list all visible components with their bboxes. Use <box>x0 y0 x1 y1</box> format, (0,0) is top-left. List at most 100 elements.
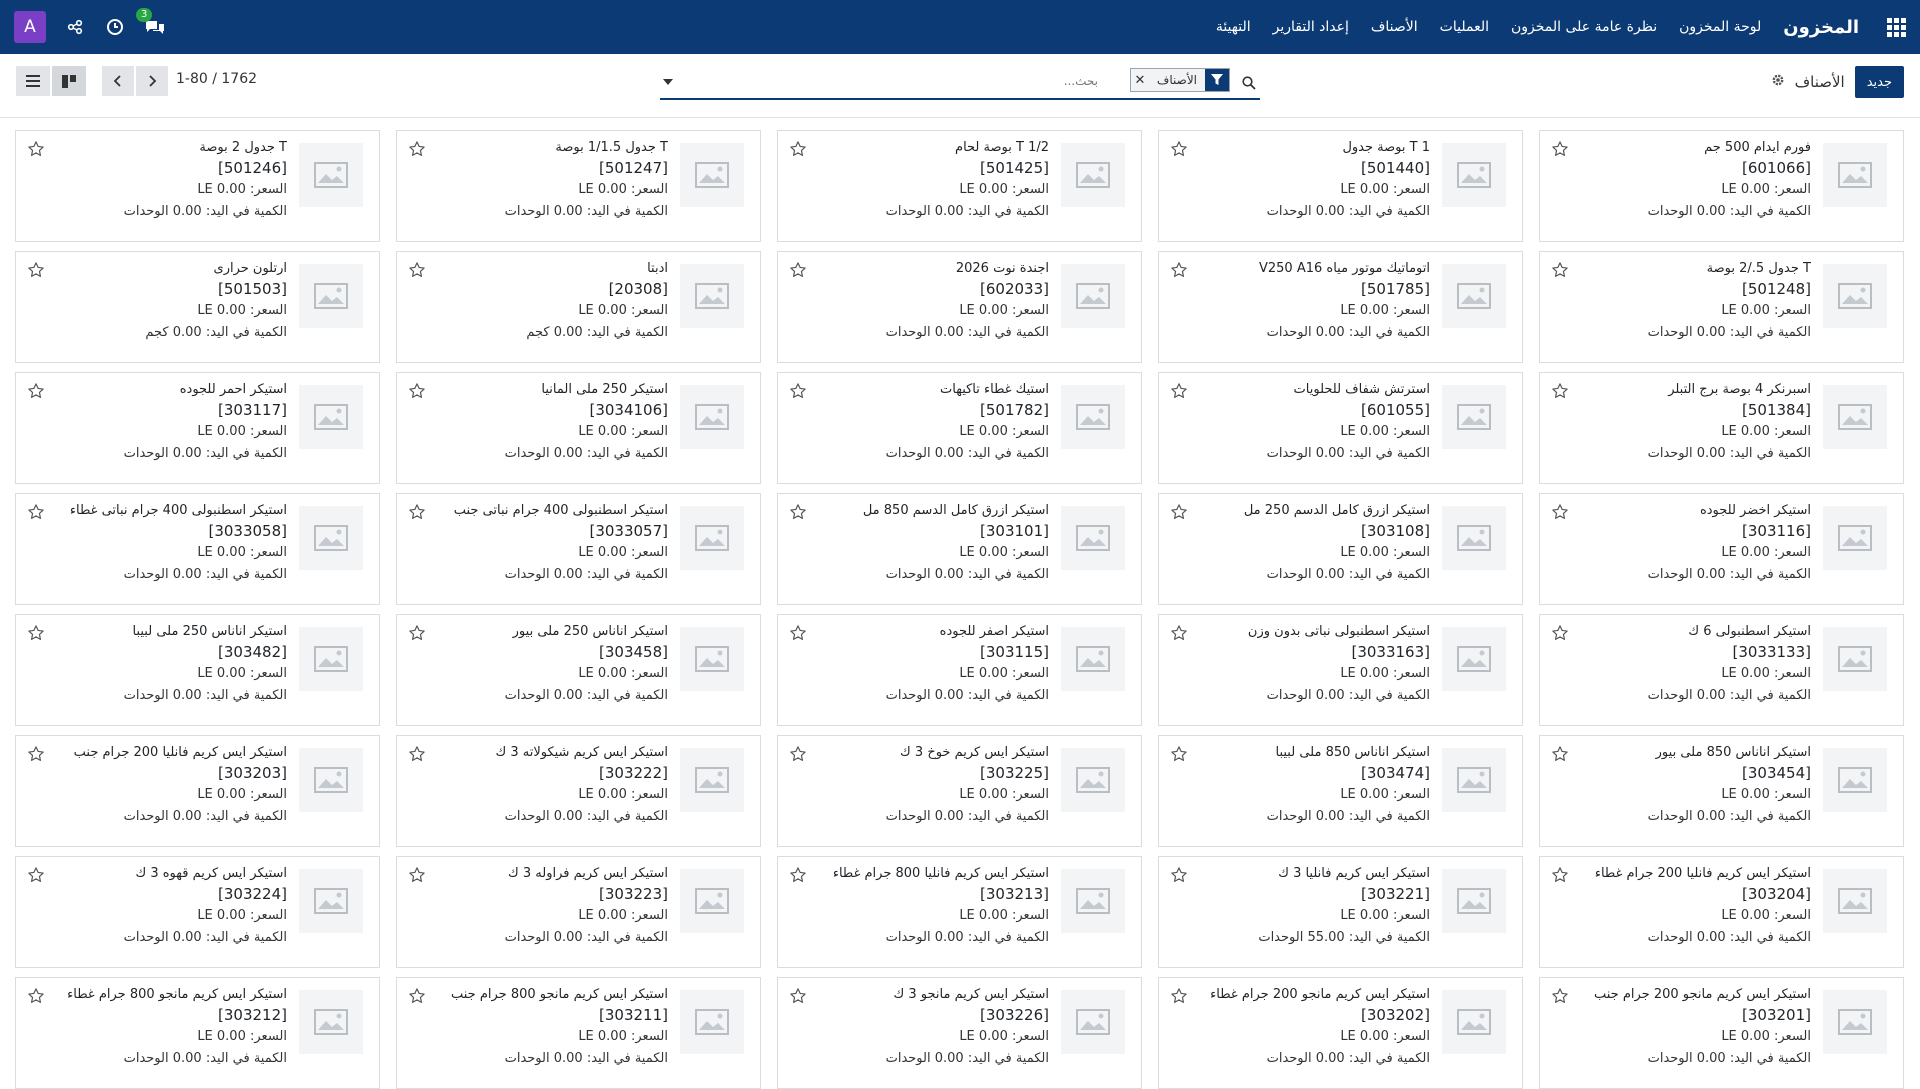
favorite-star-icon[interactable] <box>1550 865 1570 885</box>
favorite-star-icon[interactable] <box>1169 139 1189 159</box>
product-card[interactable]: استرتش شفاف للحلويات [601055] السعر: LE 0.… <box>1158 372 1523 484</box>
pager-previous-button[interactable] <box>102 66 134 96</box>
product-card[interactable]: استيكر ايس كريم فانليا 3 ك [303221] السعر:… <box>1158 856 1523 968</box>
favorite-star-icon[interactable] <box>788 865 808 885</box>
product-card[interactable]: T جدول 2 بوصة [501246] السعر: LE 0.00 الكمي… <box>15 130 380 242</box>
search-options-toggle[interactable] <box>660 74 676 90</box>
search-input[interactable] <box>696 68 1100 94</box>
menu-inventory-overview[interactable]: نظرة عامة على المخزون <box>1511 19 1657 35</box>
product-card[interactable]: استيكر اسطنبولى 400 جرام نباتى جنب [30330… <box>396 493 761 605</box>
favorite-star-icon[interactable] <box>26 260 46 280</box>
kanban-view-button[interactable] <box>52 66 86 96</box>
app-title[interactable]: المخزون <box>1783 17 1859 38</box>
favorite-star-icon[interactable] <box>1169 865 1189 885</box>
favorite-star-icon[interactable] <box>1169 986 1189 1006</box>
product-card[interactable]: استيكر ايس كريم فانليا 800 جرام غطاء [303… <box>777 856 1142 968</box>
favorite-star-icon[interactable] <box>788 986 808 1006</box>
favorite-star-icon[interactable] <box>1169 502 1189 522</box>
favorite-star-icon[interactable] <box>26 865 46 885</box>
product-card[interactable]: استيكر ازرق كامل الدسم 850 مل [303101] الس… <box>777 493 1142 605</box>
favorite-star-icon[interactable] <box>407 139 427 159</box>
menu-reporting[interactable]: إعداد التقارير <box>1273 19 1349 35</box>
favorite-star-icon[interactable] <box>788 260 808 280</box>
product-card[interactable]: استيكر ايس كريم فراوله 3 ك [303223] السعر:… <box>396 856 761 968</box>
product-card[interactable]: استيكر ازرق كامل الدسم 250 مل [303108] الس… <box>1158 493 1523 605</box>
favorite-star-icon[interactable] <box>407 744 427 764</box>
product-card[interactable]: استيكر ايس كريم فانليا 200 جرام جنب [3032… <box>15 735 380 847</box>
product-card[interactable]: استيكر اناناس 250 ملى لبيبا [303482] السعر… <box>15 614 380 726</box>
favorite-star-icon[interactable] <box>407 623 427 643</box>
product-card[interactable]: استيكر ايس كريم فانليا 200 جرام غطاء [303… <box>1539 856 1904 968</box>
product-card[interactable]: T 1 بوصة جدول [501440] السعر: LE 0.00 الكمي… <box>1158 130 1523 242</box>
favorite-star-icon[interactable] <box>26 502 46 522</box>
favorite-star-icon[interactable] <box>1550 260 1570 280</box>
menu-inventory-dashboard[interactable]: لوحة المخزون <box>1679 19 1761 35</box>
favorite-star-icon[interactable] <box>407 865 427 885</box>
product-card[interactable]: استيكر ايس كريم خوخ 3 ك [303225] السعر: LE… <box>777 735 1142 847</box>
product-card[interactable]: استيكر ايس كريم مانجو 3 ك [303226] السعر: … <box>777 977 1142 1089</box>
favorite-star-icon[interactable] <box>1550 623 1570 643</box>
favorite-star-icon[interactable] <box>1169 260 1189 280</box>
favorite-star-icon[interactable] <box>407 381 427 401</box>
favorite-star-icon[interactable] <box>407 986 427 1006</box>
product-card[interactable]: استيك غطاء تاكيهات [501782] السعر: LE 0.00… <box>777 372 1142 484</box>
favorite-star-icon[interactable] <box>788 744 808 764</box>
favorite-star-icon[interactable] <box>26 986 46 1006</box>
menu-operations[interactable]: العمليات <box>1440 19 1489 35</box>
product-card[interactable]: استيكر ايس كريم قهوه 3 ك [303224] السعر: L… <box>15 856 380 968</box>
search-icon[interactable] <box>1238 72 1260 94</box>
product-card[interactable]: اسبرنكر 4 بوصة برج التبلر [501384] السعر: … <box>1539 372 1904 484</box>
product-card[interactable]: استيكر اسطنبولى 400 جرام نباتى غطاء [3033… <box>15 493 380 605</box>
favorite-star-icon[interactable] <box>1169 744 1189 764</box>
favorite-star-icon[interactable] <box>788 139 808 159</box>
messages-icon[interactable]: 3 <box>136 8 166 38</box>
favorite-star-icon[interactable] <box>26 381 46 401</box>
product-card[interactable]: استيكر ايس كريم شيكولاته 3 ك [303222] السع… <box>396 735 761 847</box>
favorite-star-icon[interactable] <box>1169 623 1189 643</box>
new-button[interactable]: جديد <box>1854 66 1904 98</box>
product-card[interactable]: استيكر اسطنبولى 6 ك [3033133] السعر: LE 0.… <box>1539 614 1904 726</box>
product-card[interactable]: اجندة نوت 2026 [602033] السعر: LE 0.00 الكم… <box>777 251 1142 363</box>
product-card[interactable]: استيكر ايس كريم مانجو 200 جرام غطاء [3032… <box>1158 977 1523 1089</box>
product-card[interactable]: استيكر اناناس 850 ملى بيور [303454] السعر:… <box>1539 735 1904 847</box>
clock-icon[interactable] <box>104 16 126 38</box>
product-card[interactable]: T جدول 1/1.5 بوصة [501247] السعر: LE 0.00 ا… <box>396 130 761 242</box>
product-card[interactable]: T 1/2 بوصة لحام [501425] السعر: LE 0.00 الك… <box>777 130 1142 242</box>
menu-products[interactable]: الأصناف <box>1371 19 1418 35</box>
favorite-star-icon[interactable] <box>788 502 808 522</box>
product-card[interactable]: اتوماتيك موتور مياه V250 A16 [501785] السع… <box>1158 251 1523 363</box>
product-card[interactable]: استيكر اخضر للجوده [303116] السعر: LE 0.00… <box>1539 493 1904 605</box>
menu-configuration[interactable]: التهيئة <box>1216 19 1251 35</box>
product-card[interactable]: استيكر اسطنبولى نباتى بدون وزن [3033163] ا… <box>1158 614 1523 726</box>
apps-menu-icon[interactable] <box>1887 17 1906 37</box>
pager-value[interactable]: 1-80 / 1762 <box>176 71 257 87</box>
product-card[interactable]: فورم ايدام 500 جم [601066] السعر: LE 0.00 ا… <box>1539 130 1904 242</box>
product-card[interactable]: استيكر اصفر للجوده [303115] السعر: LE 0.00… <box>777 614 1142 726</box>
product-card[interactable]: استيكر ايس كريم مانجو 800 جرام جنب [30321… <box>396 977 761 1089</box>
product-card[interactable]: استيكر ايس كريم مانجو 200 جرام جنب [30320… <box>1539 977 1904 1089</box>
favorite-star-icon[interactable] <box>407 502 427 522</box>
list-view-button[interactable] <box>16 66 50 96</box>
product-card[interactable]: ارتلون حرارى [501503] السعر: LE 0.00 الكمية… <box>15 251 380 363</box>
favorite-star-icon[interactable] <box>1550 381 1570 401</box>
favorite-star-icon[interactable] <box>26 744 46 764</box>
favorite-star-icon[interactable] <box>26 139 46 159</box>
user-avatar[interactable]: A <box>14 11 46 43</box>
facet-remove-icon[interactable]: ✕ <box>1130 69 1149 91</box>
pager-next-button[interactable] <box>136 66 168 96</box>
gear-icon[interactable] <box>1771 73 1785 91</box>
activity-icon[interactable] <box>64 16 86 38</box>
product-card[interactable]: T جدول 5./2 بوصة [501248] السعر: LE 0.00 ال… <box>1539 251 1904 363</box>
product-card[interactable]: استيكر اناناس 850 ملى لبيبا [303474] السعر… <box>1158 735 1523 847</box>
favorite-star-icon[interactable] <box>1550 986 1570 1006</box>
product-card[interactable]: استيكر ايس كريم مانجو 800 جرام غطاء [3032… <box>15 977 380 1089</box>
favorite-star-icon[interactable] <box>1550 744 1570 764</box>
favorite-star-icon[interactable] <box>1169 381 1189 401</box>
product-card[interactable]: ادبتا [20308] السعر: LE 0.00 الكمية في اليد… <box>396 251 761 363</box>
product-card[interactable]: استيكر احمر للجوده [303117] السعر: LE 0.00… <box>15 372 380 484</box>
favorite-star-icon[interactable] <box>407 260 427 280</box>
favorite-star-icon[interactable] <box>1550 502 1570 522</box>
favorite-star-icon[interactable] <box>26 623 46 643</box>
favorite-star-icon[interactable] <box>788 623 808 643</box>
favorite-star-icon[interactable] <box>788 381 808 401</box>
